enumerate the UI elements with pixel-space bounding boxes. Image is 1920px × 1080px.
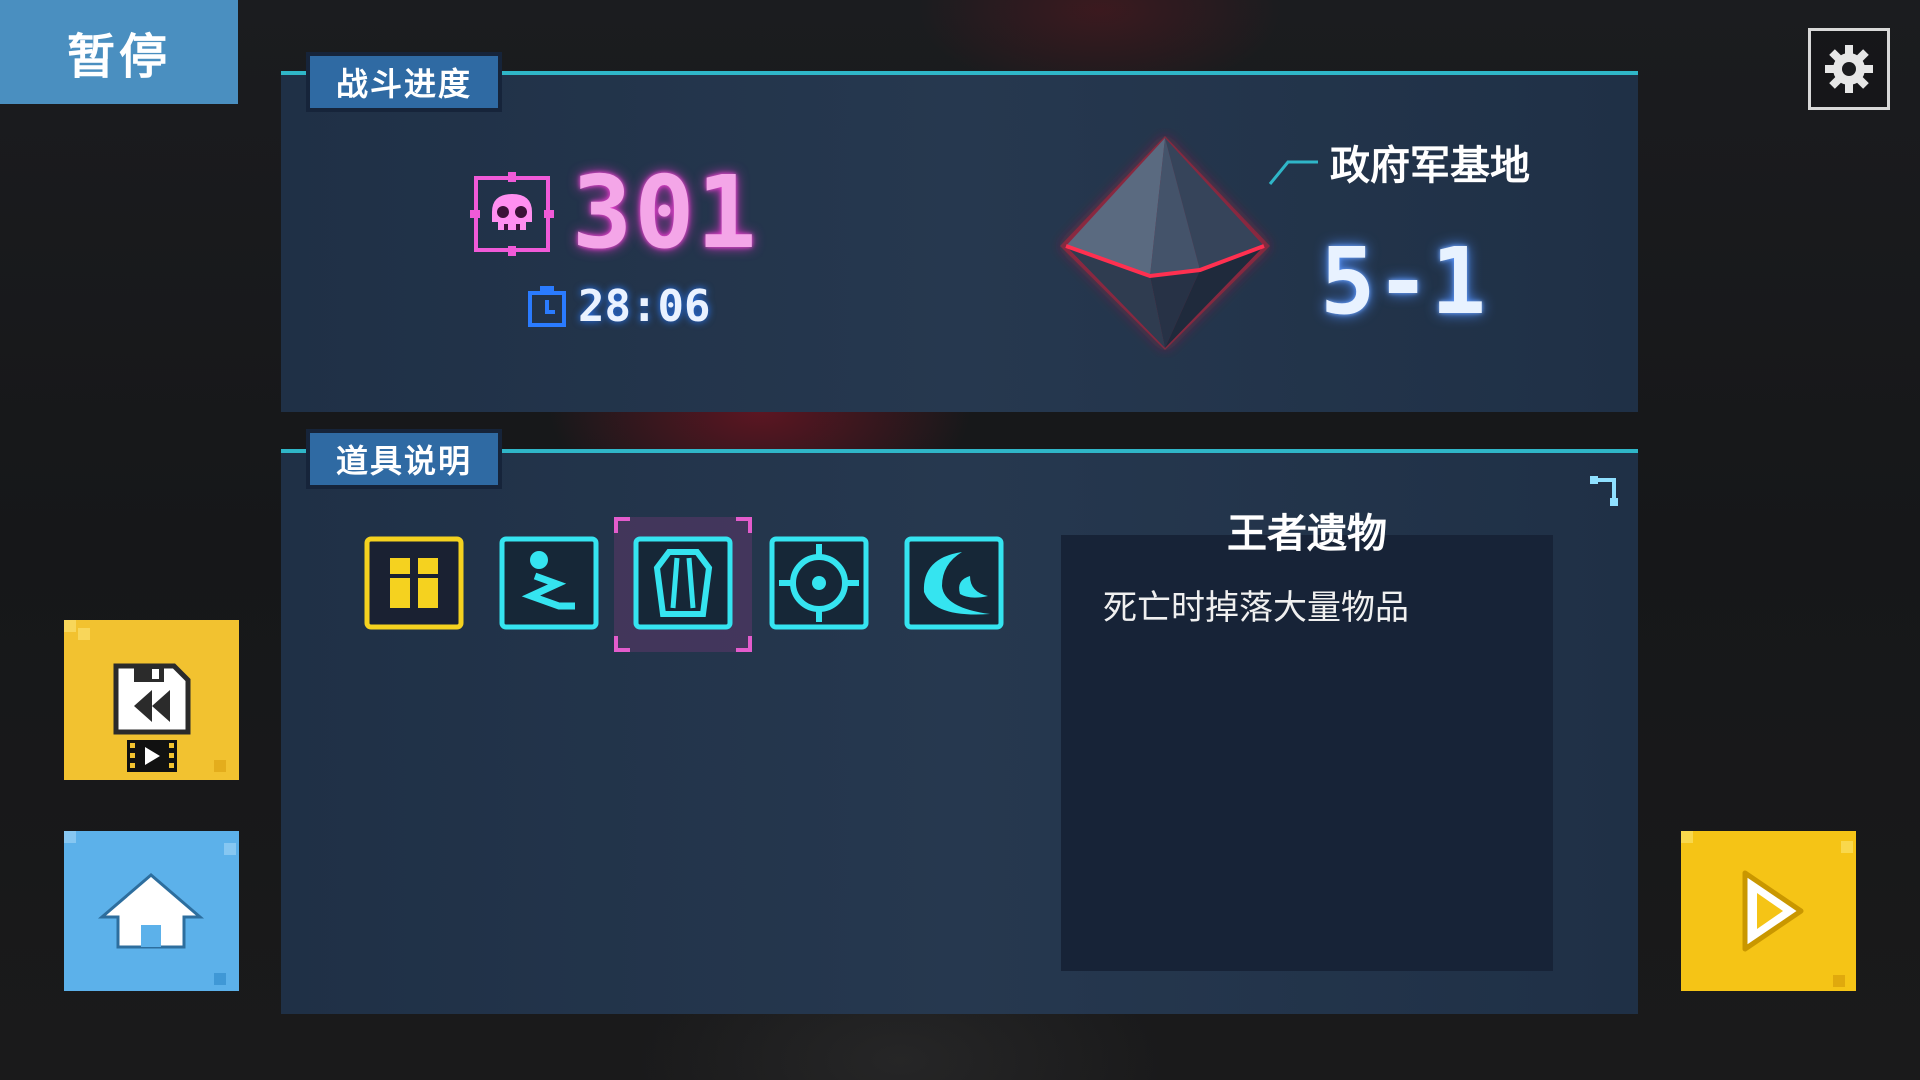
location-name: 政府军基地 [1330, 143, 1530, 189]
gear-icon [1825, 45, 1873, 93]
home-button[interactable] [64, 831, 239, 991]
item-slot-gift[interactable] [364, 536, 464, 630]
corner-marker-icon [1590, 476, 1618, 506]
crescent-wave-icon [904, 536, 1004, 630]
kill-count: 301 [572, 154, 759, 271]
stage-number: 5-1 [1320, 228, 1487, 335]
crystal-map-icon [1060, 136, 1270, 350]
zigzag-path-icon [499, 536, 599, 630]
home-icon [97, 873, 205, 949]
gift-box-icon [364, 536, 464, 630]
item-slot-coffin[interactable] [633, 536, 733, 630]
item-description-text: 死亡时掉落大量物品 [1103, 588, 1409, 628]
item-slot-crescent[interactable] [904, 536, 1004, 630]
skull-target-icon [470, 172, 554, 256]
location-pointer-line [1268, 160, 1318, 185]
coffin-icon [633, 536, 733, 630]
pause-title: 暂停 [0, 0, 238, 104]
replay-save-button[interactable] [64, 620, 239, 780]
play-icon [1742, 870, 1804, 952]
item-slot-crosshair[interactable] [769, 536, 869, 630]
resume-button[interactable] [1681, 831, 1856, 991]
crosshair-icon [769, 536, 869, 630]
rewind-save-icon [113, 663, 191, 772]
item-name: 王者遗物 [1227, 511, 1387, 557]
battle-timer: 28:06 [578, 281, 711, 332]
item-slot-zigzag[interactable] [499, 536, 599, 630]
item-description-tab: 道具说明 [306, 429, 502, 489]
stopwatch-icon [528, 286, 566, 327]
battle-progress-tab: 战斗进度 [306, 52, 502, 112]
settings-button[interactable] [1808, 28, 1890, 110]
pause-screen: 暂停 战斗进度 301 28:06 政府军基地 5-1 道具说明 王者遗物 死亡… [0, 0, 1920, 1080]
